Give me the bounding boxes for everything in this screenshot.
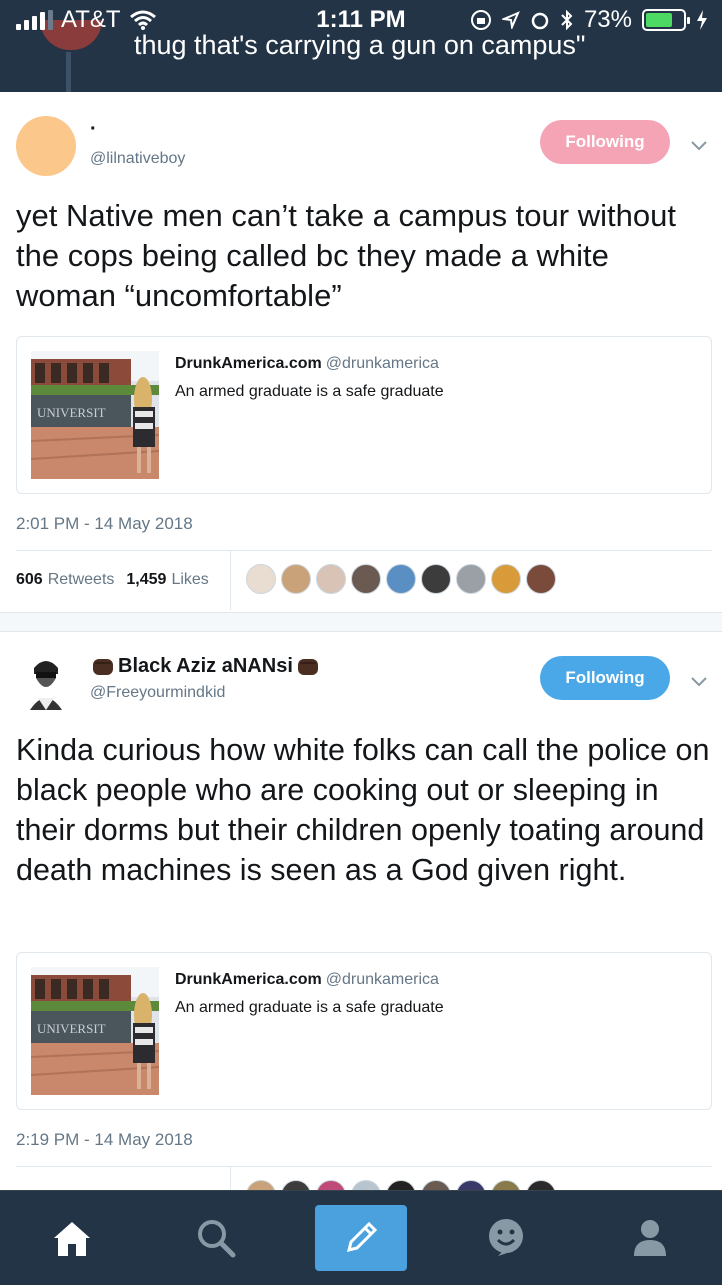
quoted-tweet-text: An armed graduate is a safe graduate — [175, 999, 444, 1016]
following-button[interactable]: Following — [540, 120, 670, 164]
tab-search[interactable] — [180, 1203, 252, 1273]
tab-notifications[interactable] — [470, 1203, 542, 1273]
notifications-icon — [489, 1219, 523, 1256]
home-icon — [54, 1222, 90, 1256]
chevron-down-icon[interactable] — [688, 134, 710, 156]
user-handle[interactable]: @lilnativeboy — [90, 150, 185, 168]
tab-profile[interactable] — [614, 1203, 686, 1273]
compose-icon — [346, 1221, 378, 1253]
likes-label[interactable]: Likes — [171, 571, 208, 589]
location-icon — [501, 11, 520, 29]
quoted-tweet-text: An armed graduate is a safe graduate — [175, 383, 444, 400]
quoted-handle[interactable]: @drunkamerica — [326, 971, 439, 988]
battery-percent: 73% — [583, 6, 632, 33]
tweet-timestamp[interactable]: 2:01 PM - 14 May 2018 — [16, 514, 193, 534]
tweet-text: yet Native men can’t take a campus tour … — [16, 198, 676, 313]
divider — [16, 1166, 712, 1167]
liker-avatars[interactable] — [246, 564, 556, 594]
thread-line — [66, 52, 71, 92]
quoted-display-name[interactable]: DrunkAmerica.com — [175, 355, 322, 372]
quoted-tweet[interactable]: UNIVERSIT DrunkAmerica.com @drunkamerica … — [16, 336, 712, 494]
liker-avatar[interactable] — [351, 564, 381, 594]
battery-icon — [642, 9, 690, 31]
display-name[interactable]: · — [90, 118, 97, 141]
liker-avatar[interactable] — [526, 564, 556, 594]
following-button[interactable]: Following — [540, 656, 670, 700]
svg-text:UNIVERSIT: UNIVERSIT — [37, 405, 106, 420]
display-name[interactable]: Black Aziz aNANsi — [90, 654, 321, 678]
bluetooth-icon — [561, 9, 573, 31]
liker-avatar[interactable] — [246, 564, 276, 594]
tab-bar — [0, 1190, 722, 1285]
quoted-display-name[interactable]: DrunkAmerica.com — [175, 971, 322, 988]
liker-avatar[interactable] — [281, 564, 311, 594]
retweets-count[interactable]: 606 — [16, 571, 43, 589]
quoted-tweet[interactable]: UNIVERSIT DrunkAmerica.com @drunkamerica … — [16, 952, 712, 1110]
quoted-tweet-image: UNIVERSIT — [31, 351, 159, 479]
display-name-text[interactable]: Black Aziz aNANsi — [118, 655, 293, 678]
battery-fill — [646, 13, 673, 27]
likes-count[interactable]: 1,459 — [126, 571, 166, 589]
divider — [16, 550, 712, 551]
liker-avatar[interactable] — [421, 564, 451, 594]
quoted-handle[interactable]: @drunkamerica — [326, 355, 439, 372]
liker-avatar[interactable] — [456, 564, 486, 594]
liker-avatar[interactable] — [386, 564, 416, 594]
tweet-text: Kinda curious how white folks can call t… — [16, 733, 710, 887]
tweet-timestamp[interactable]: 2:19 PM - 14 May 2018 — [16, 1130, 193, 1150]
charging-icon — [697, 10, 707, 30]
rotation-lock-icon — [470, 10, 491, 30]
raised-fist-emoji-icon — [297, 659, 318, 675]
tweet-stats: 606 Retweets 1,459 Likes — [16, 562, 209, 598]
avatar[interactable] — [16, 116, 76, 176]
svg-text:UNIVERSIT: UNIVERSIT — [37, 1021, 106, 1036]
quoted-tweet-image: UNIVERSIT — [31, 967, 159, 1095]
alarm-icon — [531, 12, 549, 30]
retweets-label[interactable]: Retweets — [48, 571, 115, 589]
status-bar: AT&T 1:11 PM 73% — [0, 0, 722, 40]
tab-home[interactable] — [36, 1203, 108, 1273]
tweet-separator — [0, 612, 722, 632]
tweet-card[interactable]: Black Aziz aNANsi @Freeyourmindkid Follo… — [0, 632, 722, 1226]
tab-compose[interactable] — [315, 1205, 407, 1271]
profile-icon — [634, 1220, 666, 1256]
user-handle[interactable]: @Freeyourmindkid — [90, 684, 225, 702]
chevron-down-icon[interactable] — [688, 670, 710, 692]
tweet-card[interactable]: · @lilnativeboy Following yet Native men… — [0, 92, 722, 612]
avatar[interactable] — [16, 650, 76, 710]
search-icon — [198, 1220, 236, 1258]
divider — [230, 550, 231, 610]
raised-fist-emoji-icon — [93, 659, 113, 675]
liker-avatar[interactable] — [316, 564, 346, 594]
liker-avatar[interactable] — [491, 564, 521, 594]
